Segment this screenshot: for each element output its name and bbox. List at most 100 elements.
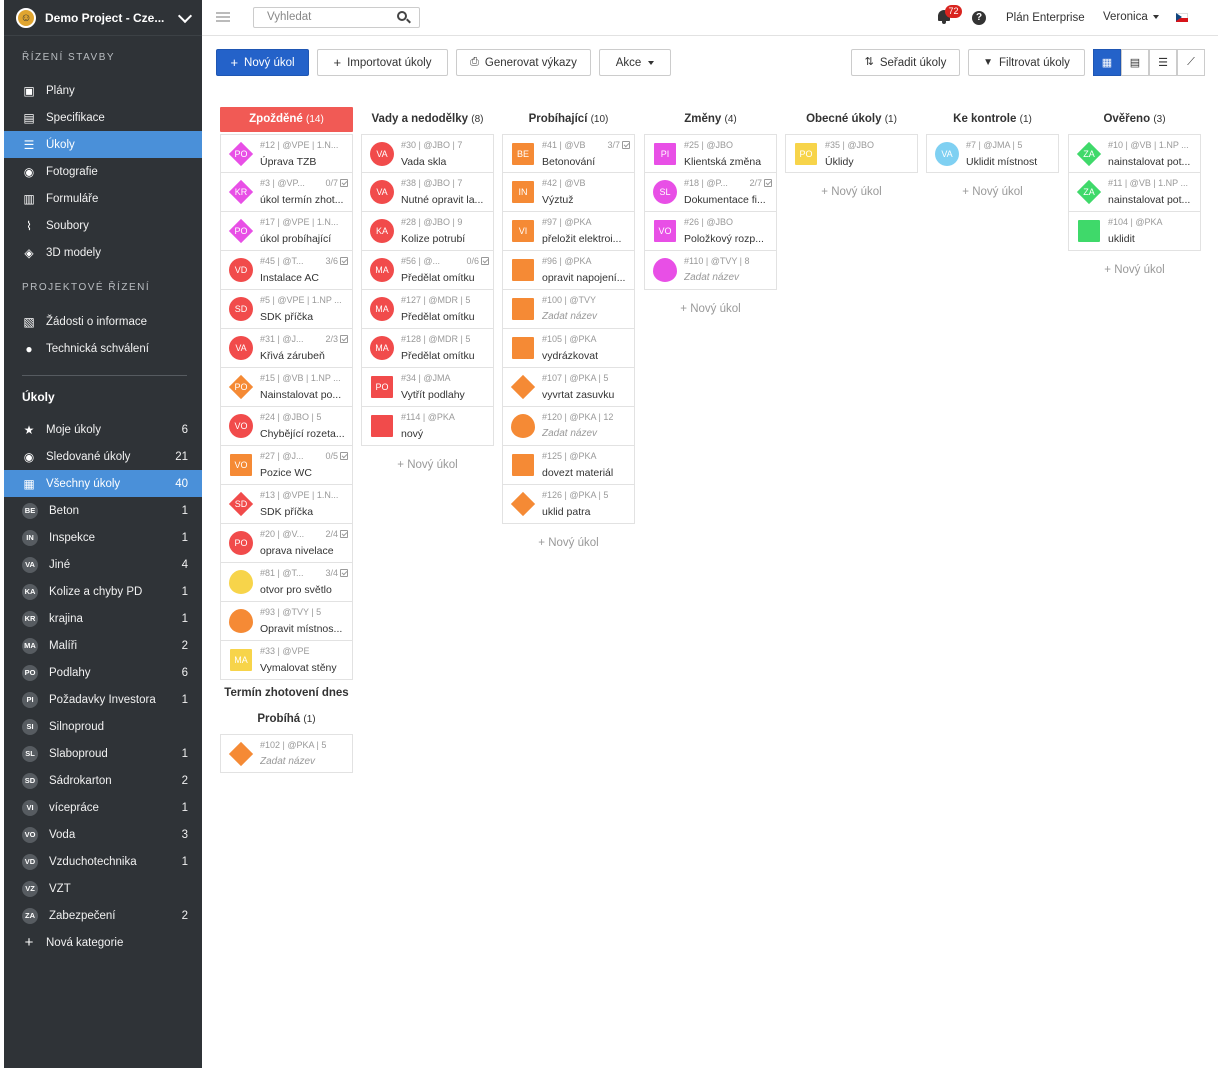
- task-card[interactable]: #120 | @PKA | 12 Zadat název: [502, 407, 635, 446]
- hamburger-menu-icon[interactable]: [216, 12, 230, 22]
- task-title: Vymalovat stěny: [260, 662, 337, 674]
- task-card[interactable]: MA #33 | @VPE Vymalovat stěny: [220, 641, 353, 680]
- sidebar-item-tasks-2[interactable]: ▦ Všechny úkoly 40: [4, 470, 202, 497]
- task-card[interactable]: KR #3 | @VP... 0/7 úkol termín zhot...: [220, 173, 353, 212]
- task-card[interactable]: ZA #11 | @VB | 1.NP ... nainstalovat pot..…: [1068, 173, 1201, 212]
- task-card[interactable]: VA #30 | @JBO | 7 Vada skla: [361, 134, 494, 173]
- task-card[interactable]: PI #25 | @JBO Klientská změna: [644, 134, 777, 173]
- sidebar-item-project-0[interactable]: ▧ Žádosti o informace: [4, 308, 202, 335]
- task-card[interactable]: PO #20 | @V... 2/4 oprava nivelace: [220, 524, 353, 563]
- task-card[interactable]: ZA #10 | @VB | 1.NP ... nainstalovat pot..…: [1068, 134, 1201, 173]
- task-card[interactable]: MA #56 | @... 0/6 Předělat omítku: [361, 251, 494, 290]
- add-task-button[interactable]: + Nový úkol: [502, 524, 635, 562]
- actions-dropdown[interactable]: Akce: [599, 49, 671, 76]
- sidebar-item-category[interactable]: PO Podlahy 6: [4, 659, 202, 686]
- task-card[interactable]: VA #38 | @JBO | 7 Nutné opravit la...: [361, 173, 494, 212]
- add-task-button[interactable]: + Nový úkol: [785, 173, 918, 211]
- add-task-button[interactable]: + Nový úkol: [926, 173, 1059, 211]
- task-card[interactable]: VO #24 | @JBO | 5 Chybějící rozeta...: [220, 407, 353, 446]
- sidebar-item-category[interactable]: BE Beton 1: [4, 497, 202, 524]
- task-card[interactable]: #93 | @TVY | 5 Opravit místnos...: [220, 602, 353, 641]
- add-task-button[interactable]: + Nový úkol: [1068, 251, 1201, 289]
- sidebar-item-category[interactable]: VD Vzduchotechnika 1: [4, 848, 202, 875]
- sidebar-item-category[interactable]: IN Inspekce 1: [4, 524, 202, 551]
- sidebar-item-category[interactable]: SD Sádrokarton 2: [4, 767, 202, 794]
- sidebar-item-category[interactable]: PI Požadavky Investora 1: [4, 686, 202, 713]
- sidebar-item-category[interactable]: VO Voda 3: [4, 821, 202, 848]
- add-task-button[interactable]: + Nový úkol: [644, 290, 777, 328]
- sidebar-item-construction-2[interactable]: ☰ Úkoly: [4, 131, 202, 158]
- czech-flag-icon[interactable]: [1176, 13, 1188, 22]
- sidebar-item-tasks-1[interactable]: ◉ Sledované úkoly 21: [4, 443, 202, 470]
- task-card[interactable]: PO #12 | @VPE | 1.N... Úprava TZB: [220, 134, 353, 173]
- task-card[interactable]: MA #128 | @MDR | 5 Předělat omítku: [361, 329, 494, 368]
- import-tasks-button[interactable]: + Importovat úkoly: [317, 49, 448, 76]
- task-card[interactable]: VA #7 | @JMA | 5 Uklidit místnost: [926, 134, 1059, 173]
- task-card[interactable]: #110 | @TVY | 8 Zadat název: [644, 251, 777, 290]
- task-card[interactable]: VO #26 | @JBO Položkový rozp...: [644, 212, 777, 251]
- new-category-button[interactable]: + Nová kategorie: [4, 929, 202, 956]
- task-card[interactable]: #105 | @PKA vydrázkovat: [502, 329, 635, 368]
- sidebar-item-category[interactable]: SL Slaboproud 1: [4, 740, 202, 767]
- task-card[interactable]: PO #35 | @JBO Úklidy: [785, 134, 918, 173]
- generate-reports-button[interactable]: ⎙ Generovat výkazy: [456, 49, 591, 76]
- chart-view-button[interactable]: ⟋: [1177, 49, 1205, 76]
- sort-tasks-button[interactable]: ⇅ Seřadit úkoly: [851, 49, 960, 76]
- task-card[interactable]: PO #34 | @JMA Vytřít podlahy: [361, 368, 494, 407]
- search-input[interactable]: Vyhledat: [253, 7, 420, 28]
- calendar-view-button[interactable]: ▤: [1121, 49, 1149, 76]
- task-card[interactable]: VO #27 | @J... 0/5 Pozice WC: [220, 446, 353, 485]
- column-header: Probíhající (10): [502, 107, 635, 132]
- gantt-view-button[interactable]: ☰: [1149, 49, 1177, 76]
- new-task-button[interactable]: + Nový úkol: [216, 49, 309, 76]
- sidebar-item-category[interactable]: VI vícepráce 1: [4, 794, 202, 821]
- sidebar-item-construction-1[interactable]: ▤ Specifikace: [4, 104, 202, 131]
- task-card[interactable]: #81 | @T... 3/4 otvor pro světlo: [220, 563, 353, 602]
- sidebar-item-construction-0[interactable]: ▣ Plány: [4, 77, 202, 104]
- sidebar-item-project-1[interactable]: ● Technická schválení: [4, 335, 202, 362]
- sidebar-item-category[interactable]: KA Kolize a chyby PD 1: [4, 578, 202, 605]
- task-card[interactable]: IN #42 | @VB Výztuž: [502, 173, 635, 212]
- task-card[interactable]: VA #31 | @J... 2/3 Křivá zárubeň: [220, 329, 353, 368]
- plan-link[interactable]: Plán Enterprise: [1006, 12, 1085, 24]
- sidebar-item-category[interactable]: VZ VZT: [4, 875, 202, 902]
- sidebar-item-tasks-0[interactable]: ★ Moje úkoly 6: [4, 416, 202, 443]
- task-card[interactable]: MA #127 | @MDR | 5 Předělat omítku: [361, 290, 494, 329]
- task-card[interactable]: #114 | @PKA nový: [361, 407, 494, 446]
- task-card[interactable]: PO #15 | @VB | 1.NP ... Nainstalovat po...: [220, 368, 353, 407]
- help-icon[interactable]: ?: [972, 11, 986, 25]
- task-card[interactable]: #125 | @PKA dovezt materiál: [502, 446, 635, 485]
- task-card[interactable]: BE #41 | @VB 3/7 Betonování: [502, 134, 635, 173]
- task-card[interactable]: #100 | @TVY Zadat název: [502, 290, 635, 329]
- task-title: nainstalovat pot...: [1108, 194, 1191, 206]
- sidebar-item-construction-6[interactable]: ◈ 3D modely: [4, 239, 202, 266]
- task-card[interactable]: #96 | @PKA opravit napojení...: [502, 251, 635, 290]
- chevron-down-icon[interactable]: [178, 11, 192, 25]
- task-card[interactable]: SD #13 | @VPE | 1.N... SDK příčka: [220, 485, 353, 524]
- sidebar-item-category[interactable]: ZA Zabezpečení 2: [4, 902, 202, 929]
- sidebar-item-category[interactable]: MA Malíři 2: [4, 632, 202, 659]
- task-card[interactable]: PO #17 | @VPE | 1.N... úkol probíhající: [220, 212, 353, 251]
- task-card[interactable]: VI #97 | @PKA přeložit elektroi...: [502, 212, 635, 251]
- task-card[interactable]: SL #18 | @P... 2/7 Dokumentace fi...: [644, 173, 777, 212]
- task-card[interactable]: VD #45 | @T... 3/6 Instalace AC: [220, 251, 353, 290]
- task-meta: #35 | @JBO: [825, 140, 913, 150]
- sidebar-item-construction-5[interactable]: ⌇ Soubory: [4, 212, 202, 239]
- task-card[interactable]: #107 | @PKA | 5 vyvrtat zasuvku: [502, 368, 635, 407]
- sidebar-item-construction-4[interactable]: ▥ Formuláře: [4, 185, 202, 212]
- task-card[interactable]: #126 | @PKA | 5 uklid patra: [502, 485, 635, 524]
- user-menu[interactable]: Veronica: [1103, 11, 1159, 23]
- sidebar-item-category[interactable]: VA Jiné 4: [4, 551, 202, 578]
- board-view-button[interactable]: ▦: [1093, 49, 1121, 76]
- sidebar-item-construction-3[interactable]: ◉ Fotografie: [4, 158, 202, 185]
- task-card[interactable]: KA #28 | @JBO | 9 Kolize potrubí: [361, 212, 494, 251]
- project-switcher[interactable]: ☺ Demo Project - Cze...: [4, 0, 202, 36]
- add-task-button[interactable]: + Nový úkol: [361, 446, 494, 484]
- sidebar-item-category[interactable]: SI Silnoproud: [4, 713, 202, 740]
- task-card[interactable]: #102 | @PKA | 5 Zadat název: [220, 734, 353, 773]
- task-card[interactable]: #104 | @PKA uklidit: [1068, 212, 1201, 251]
- task-card[interactable]: SD #5 | @VPE | 1.NP ... SDK příčka: [220, 290, 353, 329]
- search-icon[interactable]: [397, 11, 407, 21]
- filter-tasks-button[interactable]: ▼ Filtrovat úkoly: [968, 49, 1085, 76]
- sidebar-item-category[interactable]: KR krajina 1: [4, 605, 202, 632]
